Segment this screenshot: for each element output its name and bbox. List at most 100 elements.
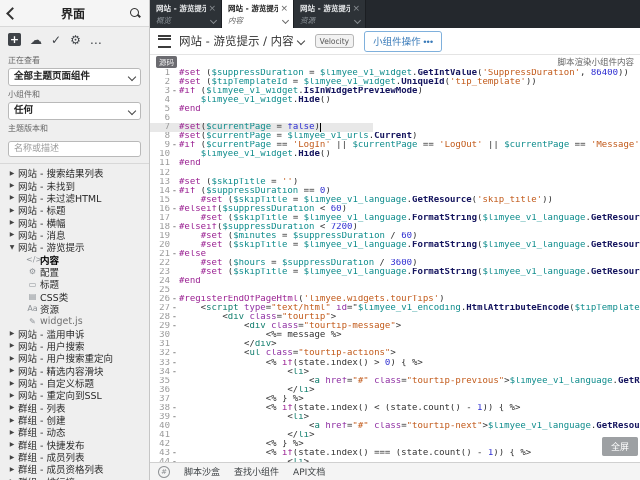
code-line[interactable]: 30 <%= message %> xyxy=(150,331,640,340)
fold-marker[interactable]: - xyxy=(170,141,179,150)
collapse-arrow-icon[interactable]: ▼ xyxy=(6,244,18,251)
code-line[interactable]: 11 #end xyxy=(150,159,640,168)
tree-item[interactable]: ▶网站 - 自定义标题 xyxy=(0,377,149,389)
cloud-upload-icon[interactable]: ☁ xyxy=(30,34,42,46)
fold-marker[interactable]: - xyxy=(170,413,179,422)
code-line[interactable]: 6 xyxy=(150,114,640,123)
expand-arrow-icon[interactable]: ▶ xyxy=(6,194,18,201)
code-editor[interactable]: 1 #set ($suppressDuration = $limyee_v1_w… xyxy=(150,69,640,462)
code-line[interactable]: 5 #end xyxy=(150,105,640,114)
tree-child-item[interactable]: ⚙配置 xyxy=(0,266,149,278)
more-icon[interactable]: … xyxy=(90,34,102,46)
code-line[interactable]: 26-#registerEndOfPageHtml('limyee.widget… xyxy=(150,295,640,304)
fold-marker[interactable]: - xyxy=(170,458,179,462)
code-line[interactable]: 8 #set($currentPage = $limyee_v1_urls.Cu… xyxy=(150,132,640,141)
tree-item[interactable]: ▶群组 - 列表 xyxy=(0,402,149,414)
code-line[interactable]: 3-#if ($limyee_v1_widget.IsInWidgetPrevi… xyxy=(150,87,640,96)
chevron-down-icon[interactable] xyxy=(210,17,217,24)
expand-arrow-icon[interactable]: ▶ xyxy=(6,392,18,399)
gear-icon[interactable]: ⚙ xyxy=(70,34,81,46)
tree-item[interactable]: ▶群组 - 成员列表 xyxy=(0,451,149,463)
tree-child-item[interactable]: ▤CSS类 xyxy=(0,290,149,302)
tree-child-item[interactable]: Aa资源 xyxy=(0,303,149,315)
fold-marker[interactable]: - xyxy=(170,304,179,313)
code-line[interactable]: 19 #set ($minutes = $suppressDuration / … xyxy=(150,232,640,241)
expand-arrow-icon[interactable]: ▶ xyxy=(6,207,18,214)
expand-arrow-icon[interactable]: ▶ xyxy=(6,380,18,387)
code-line[interactable]: 24 #end xyxy=(150,277,640,286)
tree-item[interactable]: ▶群组 - 创建 xyxy=(0,414,149,426)
code-line[interactable]: 4 $limyee_v1_widget.Hide() xyxy=(150,96,640,105)
fold-marker[interactable]: - xyxy=(170,205,179,214)
fold-marker[interactable]: - xyxy=(170,349,179,358)
code-line[interactable]: 2 #set ($tipTemplateId = $limyee_v1_widg… xyxy=(150,78,640,87)
tree-item[interactable]: ▶网站 - 搜索结果列表 xyxy=(0,167,149,179)
status-bar-link[interactable]: 查找小组件 xyxy=(234,465,279,478)
close-icon[interactable]: × xyxy=(208,5,216,13)
fold-marker[interactable]: - xyxy=(170,368,179,377)
tree-item[interactable]: ▶网站 - 标题 xyxy=(0,204,149,216)
close-icon[interactable]: × xyxy=(280,5,288,13)
code-line[interactable]: 37 <% } %> xyxy=(150,395,640,404)
script-sandbox-icon[interactable]: # xyxy=(158,466,170,478)
code-line[interactable]: 14-#if ($suppressDuration == 0) xyxy=(150,187,640,196)
tree-item[interactable]: ▶群组 - 成员资格列表 xyxy=(0,463,149,475)
fold-marker[interactable]: - xyxy=(170,449,179,458)
status-bar-link[interactable]: 脚本沙盒 xyxy=(184,465,220,478)
expand-arrow-icon[interactable]: ▶ xyxy=(6,231,18,238)
code-line[interactable]: 20 #set ($skipTitle = $limyee_v1_languag… xyxy=(150,241,640,250)
fold-marker[interactable]: - xyxy=(170,223,179,232)
code-line[interactable]: 35 <a href="#" class="tourtip-previous">… xyxy=(150,377,640,386)
fold-marker[interactable]: - xyxy=(170,313,179,322)
tree-child-item[interactable]: ✎widget.js xyxy=(0,315,149,327)
code-line[interactable]: 34- <li> xyxy=(150,368,640,377)
code-line[interactable]: 31 </div> xyxy=(150,340,640,349)
code-line[interactable]: 1 #set ($suppressDuration = $limyee_v1_w… xyxy=(150,69,640,78)
tree-item[interactable]: ▶网站 - 滥用申诉 xyxy=(0,327,149,339)
expand-arrow-icon[interactable]: ▶ xyxy=(6,466,18,473)
code-line[interactable]: 12 xyxy=(150,169,640,178)
expand-arrow-icon[interactable]: ▶ xyxy=(6,441,18,448)
fold-marker[interactable]: - xyxy=(170,295,179,304)
code-line[interactable]: 22 #set ($hours = $suppressDuration / 36… xyxy=(150,259,640,268)
name-search-input[interactable] xyxy=(8,141,141,157)
status-bar-link[interactable]: API文档 xyxy=(293,465,325,478)
code-line[interactable]: 28- <div class="tourtip"> xyxy=(150,313,640,322)
tree-item[interactable]: ▶群组 - 排行榜 xyxy=(0,476,149,480)
tree-item[interactable]: ▶网站 - 重定向到SSL xyxy=(0,389,149,401)
code-line[interactable]: 16-#elseif($suppressDuration < 60) xyxy=(150,205,640,214)
code-line[interactable]: 23 #set ($skipTitle = $limyee_v1_languag… xyxy=(150,268,640,277)
code-line[interactable]: 32- <ul class="tourtip-actions"> xyxy=(150,349,640,358)
tree-item[interactable]: ▶群组 - 动态 xyxy=(0,426,149,438)
editor-tab[interactable]: 网站 - 游览提示×概览 xyxy=(150,0,222,28)
code-line[interactable]: 17 #set ($skipTitle = $limyee_v1_languag… xyxy=(150,214,640,223)
fold-marker[interactable]: - xyxy=(170,187,179,196)
tree-item[interactable]: ▼网站 - 游览提示 xyxy=(0,241,149,253)
expand-arrow-icon[interactable]: ▶ xyxy=(6,429,18,436)
add-icon[interactable]: + xyxy=(8,33,21,46)
fold-marker[interactable]: - xyxy=(170,404,179,413)
code-line[interactable]: 43- <% if(state.index() === (state.count… xyxy=(150,449,640,458)
search-icon[interactable] xyxy=(129,7,141,19)
chevron-down-icon[interactable] xyxy=(282,17,289,24)
code-line[interactable]: 10 $limyee_v1_widget.Hide() xyxy=(150,150,640,159)
fullscreen-button[interactable]: 全屏 xyxy=(602,437,638,456)
tree-item[interactable]: ▶网站 - 精选内容滑块 xyxy=(0,365,149,377)
code-line[interactable]: 27- <script type="text/html" id="$limyee… xyxy=(150,304,640,313)
tree-item[interactable]: ▶网站 - 用户搜索重定向 xyxy=(0,352,149,364)
code-line[interactable]: 42 <% } %> xyxy=(150,440,640,449)
tree-child-item[interactable]: ▭标题 xyxy=(0,278,149,290)
code-line[interactable]: 44- <li> xyxy=(150,458,640,462)
menu-icon[interactable] xyxy=(158,35,171,48)
chevron-down-icon[interactable] xyxy=(296,36,304,44)
fold-marker[interactable]: - xyxy=(170,322,179,331)
close-icon[interactable]: × xyxy=(352,5,360,13)
code-line[interactable]: 7 #set($currentPage = false) xyxy=(150,123,640,132)
code-line[interactable]: 39- <li> xyxy=(150,413,640,422)
expand-arrow-icon[interactable]: ▶ xyxy=(6,367,18,374)
code-line[interactable]: 18-#elseif($suppressDuration < 7200) xyxy=(150,223,640,232)
code-line[interactable]: 15 #set ($skipTitle = $limyee_v1_languag… xyxy=(150,196,640,205)
code-line[interactable]: 41 </li> xyxy=(150,431,640,440)
expand-arrow-icon[interactable]: ▶ xyxy=(6,404,18,411)
tree-item[interactable]: ▶网站 - 横幅 xyxy=(0,216,149,228)
